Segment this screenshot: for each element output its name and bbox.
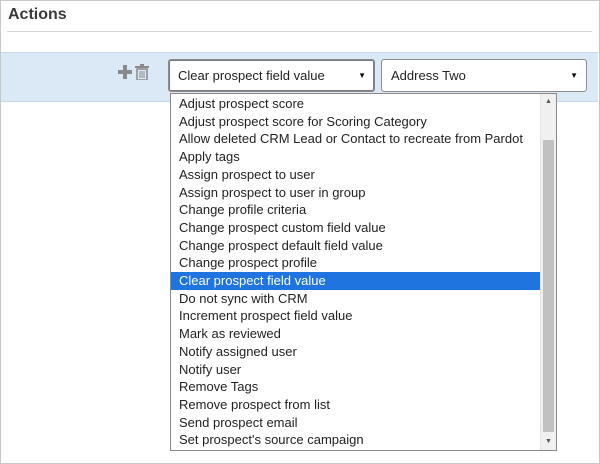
dropdown-option[interactable]: Change prospect profile — [171, 254, 541, 272]
dropdown-option[interactable]: Apply tags — [171, 148, 541, 166]
scroll-thumb[interactable] — [543, 140, 554, 432]
dropdown-option[interactable]: Change profile criteria — [171, 201, 541, 219]
scroll-up-icon[interactable]: ▲ — [541, 94, 556, 110]
dropdown-option[interactable]: Assign prospect to user in group — [171, 184, 541, 202]
trash-icon[interactable] — [135, 64, 149, 80]
dropdown-option[interactable]: Adjust prospect score — [171, 95, 541, 113]
action-dropdown-list: Adjust prospect score Adjust prospect sco… — [170, 93, 557, 451]
dropdown-option[interactable]: Allow deleted CRM Lead or Contact to rec… — [171, 130, 541, 148]
dropdown-option[interactable]: Mark as reviewed — [171, 325, 541, 343]
dropdown-option[interactable]: Remove Tags — [171, 378, 541, 396]
scrollbar[interactable]: ▲ ▼ — [540, 94, 556, 450]
dropdown-option[interactable]: Clear prospect field value — [171, 272, 541, 290]
dropdown-option[interactable]: Change prospect default field value — [171, 237, 541, 255]
dropdown-option[interactable]: Change prospect custom field value — [171, 219, 541, 237]
dropdown-option[interactable]: Notify user — [171, 361, 541, 379]
action-select-value: Clear prospect field value — [178, 68, 325, 83]
dropdown-option[interactable]: Increment prospect field value — [171, 307, 541, 325]
dropdown-option[interactable]: Do not sync with CRM — [171, 290, 541, 308]
chevron-down-icon: ▼ — [570, 71, 578, 80]
dropdown-option[interactable]: Set prospect's source campaign — [171, 431, 541, 449]
dropdown-option[interactable]: Send prospect email — [171, 414, 541, 432]
field-select-value: Address Two — [391, 68, 466, 83]
dropdown-option[interactable]: Adjust prospect score for Scoring Catego… — [171, 113, 541, 131]
chevron-down-icon: ▼ — [358, 71, 366, 80]
section-title: Actions — [8, 6, 67, 23]
field-select[interactable]: Address Two ▼ — [381, 59, 587, 92]
title-divider — [7, 31, 592, 32]
dropdown-option[interactable]: Remove prospect from list — [171, 396, 541, 414]
action-select[interactable]: Clear prospect field value ▼ — [168, 59, 375, 92]
dropdown-option[interactable]: Assign prospect to user — [171, 166, 541, 184]
plus-icon[interactable] — [118, 65, 132, 79]
dropdown-option[interactable]: Notify assigned user — [171, 343, 541, 361]
scroll-down-icon[interactable]: ▼ — [541, 434, 556, 450]
